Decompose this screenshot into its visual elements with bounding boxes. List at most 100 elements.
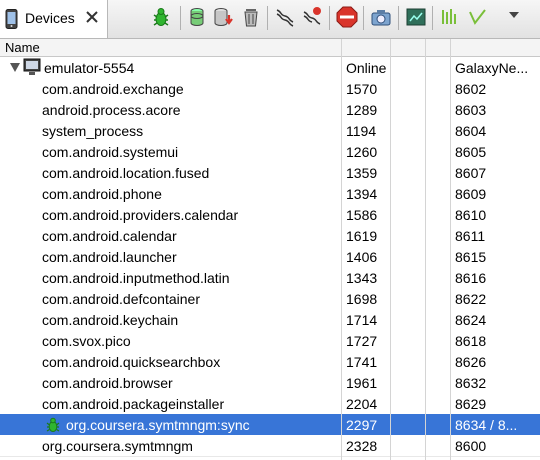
process-port: 8602	[455, 81, 487, 97]
debug-process-icon[interactable]	[150, 6, 172, 28]
screen-capture-icon[interactable]	[370, 6, 392, 28]
process-port: 8605	[455, 144, 487, 160]
process-row[interactable]: com.android.inputmethod.latin 1343 8616	[0, 267, 540, 289]
process-name: com.svox.pico	[42, 333, 131, 349]
process-row[interactable]: android.process.acore 1289 8603	[0, 99, 540, 121]
stop-process-icon[interactable]	[336, 6, 358, 28]
process-port: 8634 / 8...	[455, 417, 518, 433]
process-port: 8610	[455, 207, 487, 223]
process-pid: 2297	[346, 417, 378, 433]
start-method-profiling-icon[interactable]	[301, 6, 323, 28]
column-divider	[425, 39, 426, 460]
debugger-attached-icon	[46, 417, 60, 432]
process-name: com.android.packageinstaller	[42, 396, 225, 412]
dump-hprof-icon[interactable]	[212, 6, 234, 28]
process-pid: 1343	[346, 270, 378, 286]
process-row[interactable]: com.android.keychain 1714 8624	[0, 309, 540, 331]
process-port: 8632	[455, 375, 487, 391]
view-menu-icon[interactable]	[503, 6, 525, 28]
process-name: com.android.defcontainer	[42, 291, 200, 307]
device-state: Online	[346, 60, 387, 76]
process-port: 8616	[455, 270, 487, 286]
cause-gc-icon[interactable]	[240, 6, 262, 28]
process-port: 8609	[455, 186, 487, 202]
process-name: com.android.launcher	[42, 249, 177, 265]
device-row[interactable]: emulator-5554 Online GalaxyNe...	[0, 57, 540, 79]
process-row[interactable]: com.android.packageinstaller 2204 8629	[0, 393, 540, 415]
process-name: com.android.keychain	[42, 312, 179, 328]
process-port: 8615	[455, 249, 487, 265]
process-pid: 1359	[346, 165, 378, 181]
process-pid: 1619	[346, 228, 378, 244]
process-name: org.coursera.symtmngm:sync	[66, 417, 250, 433]
process-row[interactable]: com.android.calendar 1619 8611	[0, 225, 540, 247]
process-pid: 2328	[346, 438, 378, 454]
process-port: 8624	[455, 312, 487, 328]
close-tab-icon[interactable]	[85, 10, 99, 24]
process-row[interactable]: com.android.quicksearchbox 1741 8626	[0, 351, 540, 373]
dump-view-hierarchy-icon[interactable]	[405, 6, 427, 28]
update-heap-icon[interactable]	[187, 6, 209, 28]
process-name: com.android.phone	[42, 186, 162, 202]
systrace-icon[interactable]	[439, 6, 461, 28]
process-row[interactable]: com.android.providers.calendar 1586 8610	[0, 204, 540, 226]
toolbar-separator	[267, 6, 268, 30]
process-row[interactable]: com.android.launcher 1406 8615	[0, 246, 540, 268]
devices-toolbar: Devices	[0, 0, 540, 39]
process-port: 8600	[455, 438, 487, 454]
process-port: 8611	[455, 228, 486, 244]
process-row[interactable]: com.svox.pico 1727 8618	[0, 330, 540, 352]
devices-table: Name emulator-5554 Online GalaxyNe... com.a…	[0, 39, 540, 460]
process-row[interactable]: com.android.systemui 1260 8605	[0, 141, 540, 163]
process-row[interactable]: com.android.browser 1961 8632	[0, 372, 540, 394]
process-row[interactable]: com.android.exchange 1570 8602	[0, 78, 540, 100]
process-name: com.android.inputmethod.latin	[42, 270, 230, 286]
toolbar-separator	[329, 6, 330, 30]
column-divider	[341, 39, 342, 460]
process-row[interactable]: system_process 1194 8604	[0, 120, 540, 142]
process-row[interactable]: com.android.defcontainer 1698 8622	[0, 288, 540, 310]
process-name: com.android.calendar	[42, 228, 177, 244]
process-name: com.android.systemui	[42, 144, 179, 160]
process-pid: 1194	[346, 123, 377, 139]
process-row[interactable]: com.android.phone 1394 8609	[0, 183, 540, 205]
process-name: android.process.acore	[42, 102, 181, 118]
process-row[interactable]: com.android.location.fused 1359 8607	[0, 162, 540, 184]
process-pid: 1698	[346, 291, 378, 307]
process-pid: 2204	[346, 396, 378, 412]
expand-arrow-icon[interactable]	[10, 63, 20, 72]
process-pid: 1260	[346, 144, 378, 160]
process-row[interactable]: org.coursera.symtmngm 2328 8600	[0, 435, 540, 457]
toolbar-separator	[363, 6, 364, 30]
process-port: 8622	[455, 291, 487, 307]
toolbar-separator	[398, 6, 399, 30]
device-build: GalaxyNe...	[455, 60, 529, 76]
process-name: com.android.browser	[42, 375, 173, 391]
device-name: emulator-5554	[44, 60, 135, 76]
process-row-selected[interactable]: org.coursera.symtmngm:sync 2297 8634 / 8..…	[0, 414, 540, 436]
process-pid: 1586	[346, 207, 378, 223]
process-pid: 1961	[346, 375, 378, 391]
toolbar-separator	[432, 6, 433, 30]
process-name: com.android.exchange	[42, 81, 184, 97]
opengl-trace-icon[interactable]	[466, 6, 488, 28]
process-name: com.android.providers.calendar	[42, 207, 239, 223]
process-pid: 1714	[346, 312, 378, 328]
column-header-name[interactable]: Name	[5, 40, 40, 55]
process-port: 8607	[455, 165, 487, 181]
column-divider	[390, 39, 391, 460]
process-port: 8604	[455, 123, 487, 139]
process-name: org.coursera.symtmngm	[42, 438, 193, 454]
devices-tab[interactable]: Devices	[0, 0, 108, 38]
process-name: system_process	[42, 123, 144, 139]
process-pid: 1570	[346, 81, 378, 97]
process-pid: 1394	[346, 186, 378, 202]
process-pid: 1289	[346, 102, 378, 118]
process-pid: 1727	[346, 333, 378, 349]
process-port: 8618	[455, 333, 487, 349]
column-divider	[450, 39, 451, 460]
emulator-icon	[23, 58, 41, 75]
process-pid: 1406	[346, 249, 378, 265]
process-port: 8629	[455, 396, 487, 412]
update-threads-icon[interactable]	[274, 6, 296, 28]
